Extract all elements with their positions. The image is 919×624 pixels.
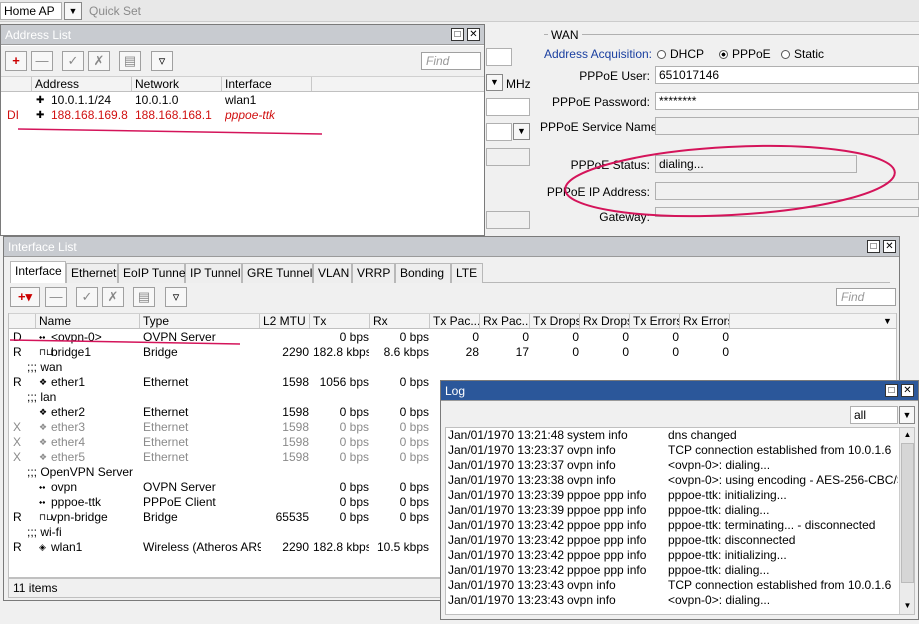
annotation-overlay bbox=[9, 128, 896, 345]
annotation-underline-address bbox=[17, 128, 323, 135]
annotation-underline-ovpn bbox=[9, 339, 241, 345]
annotation-circle-status bbox=[564, 144, 896, 218]
